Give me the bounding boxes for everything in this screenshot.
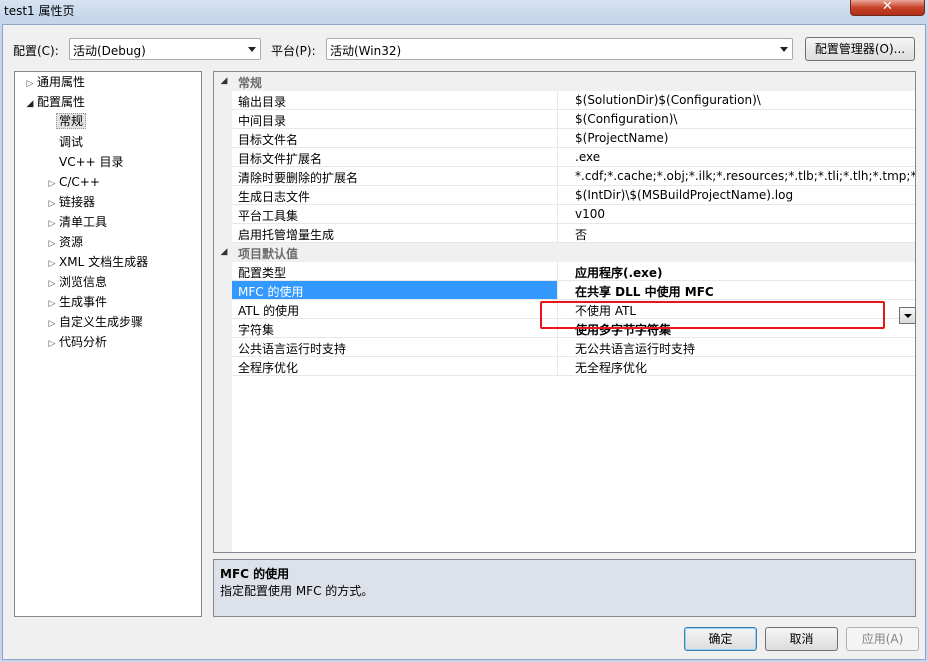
- property-row[interactable]: 配置类型 应用程序(.exe): [232, 262, 915, 281]
- property-name: 字符集: [238, 323, 275, 337]
- property-row[interactable]: 全程序优化 无全程序优化: [232, 357, 915, 376]
- property-name: 中间目录: [238, 114, 287, 128]
- property-value[interactable]: .exe: [557, 148, 915, 167]
- tree-item-vc-directories[interactable]: VC++ 目录: [59, 153, 124, 172]
- tree-item-general[interactable]: 常规: [56, 112, 87, 131]
- tree-item-c-cpp[interactable]: ▷ C/C++: [45, 173, 100, 192]
- property-name: ATL 的使用: [238, 304, 300, 318]
- property-name: 全程序优化: [238, 361, 299, 375]
- tree-item-custom-build-step[interactable]: ▷ 自定义生成步骤: [45, 313, 143, 332]
- expand-arrow-icon[interactable]: ▷: [45, 175, 59, 194]
- config-manager-button[interactable]: 配置管理器(O)...: [805, 37, 915, 61]
- tree-item-browse-info[interactable]: ▷ 浏览信息: [45, 273, 107, 292]
- tree-item-build-events[interactable]: ▷ 生成事件: [45, 293, 107, 312]
- property-name: 配置类型: [238, 266, 287, 280]
- property-row[interactable]: 目标文件扩展名 .exe: [232, 148, 915, 167]
- config-select-value: 活动(Debug): [73, 44, 146, 58]
- description-title: MFC 的使用: [220, 567, 290, 581]
- property-name: 平台工具集: [238, 209, 299, 223]
- chevron-down-icon: [780, 47, 788, 52]
- title-bar: test1 属性页 ✕: [0, 0, 928, 20]
- config-label: 配置(C):: [13, 44, 59, 58]
- property-row[interactable]: 生成日志文件 $(IntDir)\$(MSBuildProjectName).lo…: [232, 186, 915, 205]
- tree-item-config-properties[interactable]: ◢ 配置属性: [23, 93, 85, 112]
- tree-item-code-analysis[interactable]: ▷ 代码分析: [45, 333, 107, 352]
- cancel-button[interactable]: 取消: [765, 627, 838, 651]
- description-text: 指定配置使用 MFC 的方式。: [220, 584, 374, 598]
- property-value[interactable]: 在共享 DLL 中使用 MFC: [557, 281, 915, 300]
- dialog-body: 配置(C): 活动(Debug) 平台(P): 活动(Win32) 配置管理器(…: [2, 24, 926, 660]
- close-icon: ✕: [882, 0, 893, 14]
- property-name: 生成日志文件: [238, 190, 311, 204]
- property-row[interactable]: 启用托管增量生成 否: [232, 224, 915, 243]
- expand-arrow-icon[interactable]: ▷: [45, 315, 59, 334]
- ok-button[interactable]: 确定: [684, 627, 757, 651]
- apply-button[interactable]: 应用(A): [846, 627, 919, 651]
- property-row[interactable]: 公共语言运行时支持 无公共语言运行时支持: [232, 338, 915, 357]
- property-name: 目标文件扩展名: [238, 152, 323, 166]
- property-value[interactable]: v100: [557, 205, 915, 224]
- property-name: 启用托管增量生成: [238, 228, 335, 242]
- expand-arrow-icon[interactable]: ▷: [45, 295, 59, 314]
- platform-label: 平台(P):: [271, 44, 316, 58]
- tree-item-resources[interactable]: ▷ 资源: [45, 233, 83, 252]
- collapse-arrow-icon[interactable]: ◢: [23, 95, 37, 114]
- tree-item-common-properties[interactable]: ▷ 通用属性: [23, 73, 85, 92]
- property-value[interactable]: 无全程序优化: [557, 357, 915, 376]
- property-value[interactable]: 应用程序(.exe): [557, 262, 915, 281]
- close-button[interactable]: ✕: [850, 0, 925, 16]
- property-value[interactable]: 否: [557, 224, 915, 243]
- expand-arrow-icon[interactable]: ▷: [23, 75, 37, 94]
- description-panel: MFC 的使用 指定配置使用 MFC 的方式。: [213, 559, 916, 617]
- grid-margin: [214, 72, 232, 552]
- property-name: 输出目录: [238, 95, 287, 109]
- property-value[interactable]: $(IntDir)\$(MSBuildProjectName).log: [557, 186, 915, 205]
- property-name: 目标文件名: [238, 133, 299, 147]
- tree-item-debugging[interactable]: 调试: [59, 133, 83, 152]
- config-select[interactable]: 活动(Debug): [69, 38, 261, 60]
- chevron-down-icon: [248, 47, 256, 52]
- platform-select[interactable]: 活动(Win32): [326, 38, 793, 60]
- property-row[interactable]: 清除时要删除的扩展名 *.cdf;*.cache;*.obj;*.ilk;*.re…: [232, 167, 915, 186]
- collapse-arrow-icon[interactable]: ◢: [218, 72, 230, 91]
- property-tree[interactable]: ▷ 通用属性 ◢ 配置属性 常规 调试 VC++ 目录 ▷ C/C++ ▷ 链接器 ▷ 清…: [14, 71, 202, 617]
- property-name: 清除时要删除的扩展名: [238, 171, 359, 185]
- platform-select-value: 活动(Win32): [330, 44, 402, 58]
- expand-arrow-icon[interactable]: ▷: [45, 215, 59, 234]
- property-name: MFC 的使用: [238, 285, 304, 299]
- tree-item-manifest-tool[interactable]: ▷ 清单工具: [45, 213, 107, 232]
- property-value[interactable]: *.cdf;*.cache;*.obj;*.ilk;*.resources;*.…: [557, 167, 915, 186]
- category-project-defaults[interactable]: ◢ 项目默认值: [221, 243, 915, 262]
- category-label: 项目默认值: [238, 247, 299, 261]
- property-value[interactable]: $(ProjectName): [557, 129, 915, 148]
- property-value[interactable]: $(SolutionDir)$(Configuration)\: [557, 91, 915, 110]
- tree-item-linker[interactable]: ▷ 链接器: [45, 193, 95, 212]
- property-row[interactable]: 输出目录 $(SolutionDir)$(Configuration)\: [232, 91, 915, 110]
- property-value[interactable]: 无公共语言运行时支持: [557, 338, 915, 357]
- chevron-down-icon: [904, 314, 912, 318]
- category-label: 常规: [238, 76, 263, 90]
- expand-arrow-icon[interactable]: ▷: [45, 275, 59, 294]
- window-title: test1 属性页: [4, 4, 75, 18]
- expand-arrow-icon[interactable]: ▷: [45, 235, 59, 254]
- category-general[interactable]: ◢ 常规: [221, 72, 915, 91]
- property-row[interactable]: 目标文件名 $(ProjectName): [232, 129, 915, 148]
- expand-arrow-icon[interactable]: ▷: [45, 195, 59, 214]
- expand-arrow-icon[interactable]: ▷: [45, 255, 59, 274]
- property-row[interactable]: 平台工具集 v100: [232, 205, 915, 224]
- tree-item-xml-doc-generator[interactable]: ▷ XML 文档生成器: [45, 253, 149, 274]
- expand-arrow-icon[interactable]: ▷: [45, 335, 59, 354]
- value-dropdown-button[interactable]: [899, 307, 916, 324]
- property-row[interactable]: 中间目录 $(Configuration)\: [232, 110, 915, 129]
- property-value[interactable]: $(Configuration)\: [557, 110, 915, 129]
- property-name: 公共语言运行时支持: [238, 342, 347, 356]
- collapse-arrow-icon[interactable]: ◢: [218, 243, 230, 262]
- property-row-selected[interactable]: MFC 的使用 在共享 DLL 中使用 MFC: [232, 281, 915, 300]
- red-annotation-box: [540, 301, 885, 329]
